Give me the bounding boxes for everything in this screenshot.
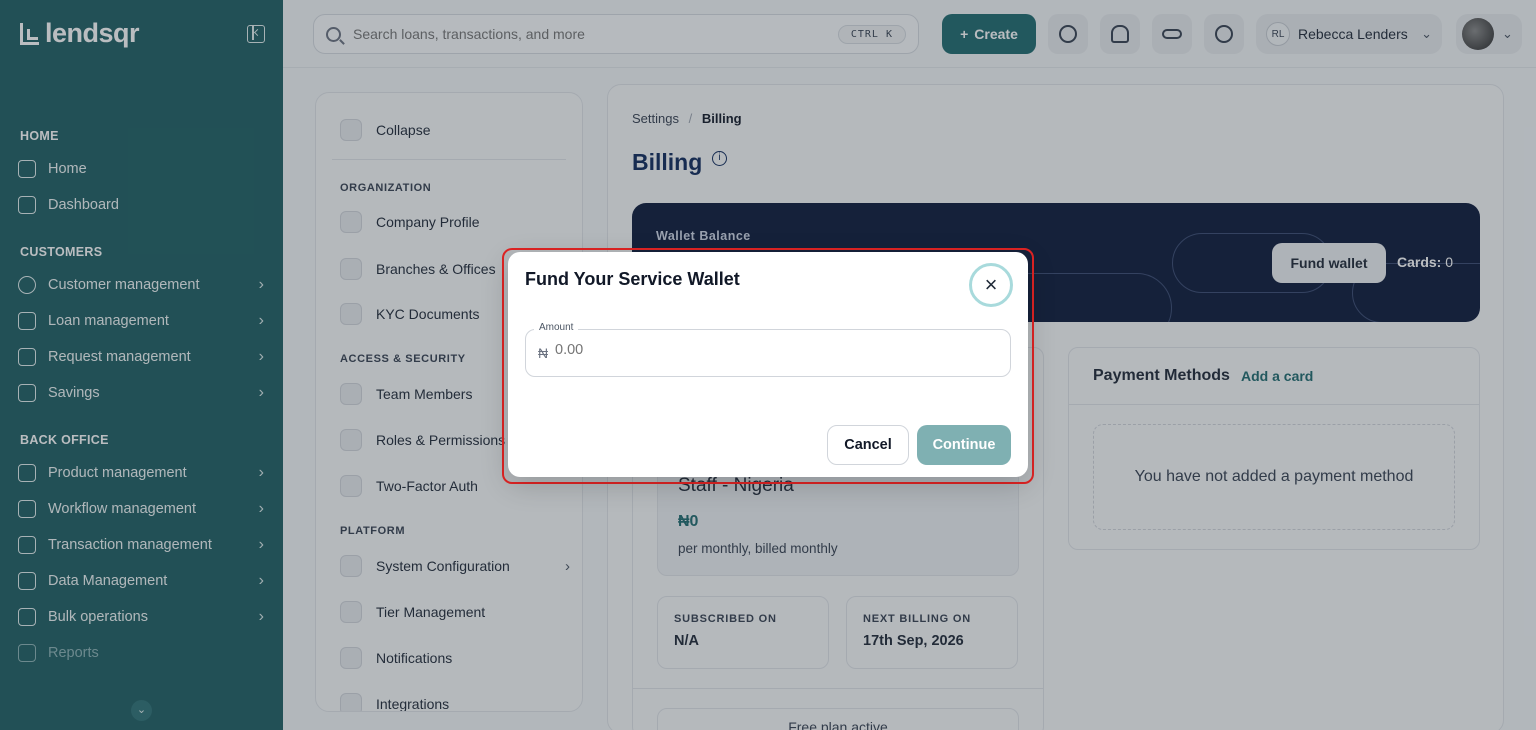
modal-title: Fund Your Service Wallet [525,269,740,289]
fund-wallet-modal: Fund Your Service Wallet × Amount ₦ Canc… [508,252,1028,477]
close-button[interactable]: × [969,263,1013,307]
amount-label: Amount [534,322,579,333]
continue-button[interactable]: Continue [917,425,1011,465]
amount-field[interactable]: Amount ₦ [525,322,1011,377]
amount-input[interactable] [555,342,995,358]
close-icon: × [984,272,998,297]
cancel-button[interactable]: Cancel [827,425,909,465]
naira-icon: ₦ [538,345,549,361]
